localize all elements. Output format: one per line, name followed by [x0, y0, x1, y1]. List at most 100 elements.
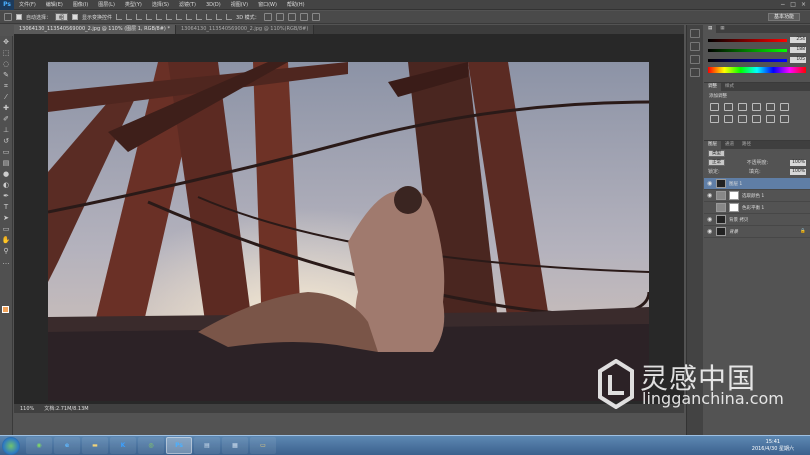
opacity-value[interactable]: 100%: [790, 159, 806, 166]
menu-select[interactable]: 选择(S): [147, 1, 174, 8]
pen-icon[interactable]: ✒: [2, 192, 11, 201]
brightness-icon[interactable]: [710, 103, 719, 111]
document-tab-1[interactable]: 13064130_113540569000_2.jpg @ 110% (图层 1…: [14, 25, 176, 34]
clone-stamp-icon[interactable]: ⊥: [2, 126, 11, 135]
history-panel-icon[interactable]: [690, 29, 700, 38]
path-select-icon[interactable]: ➤: [2, 214, 11, 223]
start-button-icon[interactable]: [2, 436, 20, 455]
brush-panel-icon[interactable]: [690, 68, 700, 77]
dodge-icon[interactable]: ◐: [2, 181, 11, 190]
explorer-icon[interactable]: ▬: [82, 437, 108, 454]
taskbar-app-1-icon[interactable]: ◉: [26, 437, 52, 454]
color-balance-icon[interactable]: [710, 115, 719, 123]
show-transform-checkbox[interactable]: [72, 14, 79, 20]
quick-select-icon[interactable]: ✎: [2, 71, 11, 80]
3d-scale-icon[interactable]: [311, 13, 320, 21]
eyedropper-icon[interactable]: ⁄: [2, 93, 11, 102]
move-icon[interactable]: ✥: [2, 38, 11, 47]
3d-slide-icon[interactable]: [299, 13, 308, 21]
gradient-icon[interactable]: ▤: [2, 159, 11, 168]
visibility-eye-icon[interactable]: ◉: [707, 228, 713, 235]
b-slider[interactable]: [708, 58, 787, 62]
layer-row[interactable]: ◉ 选取颜色 1: [704, 190, 810, 202]
browser-icon[interactable]: ◎: [138, 437, 164, 454]
visibility-eye-icon[interactable]: ◉: [707, 205, 713, 211]
layer-row[interactable]: ◉ 色彩平衡 1: [704, 202, 810, 214]
photoshop-taskbar-icon[interactable]: Ps: [166, 437, 192, 454]
menu-edit[interactable]: 编辑(E): [41, 1, 68, 8]
zoom-level[interactable]: 110%: [20, 406, 34, 412]
system-tray-clock[interactable]: 15:41 2016/4/30 星期六: [752, 439, 794, 453]
ie-icon[interactable]: e: [54, 437, 80, 454]
vibrance-icon[interactable]: [766, 103, 775, 111]
history-brush-icon[interactable]: ↺: [2, 137, 11, 146]
distribute-right-icon[interactable]: [226, 14, 233, 20]
workspace-switcher[interactable]: 基本功能: [767, 13, 800, 21]
3d-rotate-icon[interactable]: [263, 13, 272, 21]
tab-layers[interactable]: 图层: [704, 141, 721, 149]
align-top-icon[interactable]: [116, 14, 123, 20]
align-left-icon[interactable]: [146, 14, 153, 20]
app-window-2-icon[interactable]: ▦: [222, 437, 248, 454]
layer-row[interactable]: ◉ 背景 🔒: [704, 226, 810, 238]
minimize-icon[interactable]: −: [780, 1, 785, 8]
auto-select-dropdown[interactable]: 组: [55, 13, 69, 21]
blend-mode-dropdown[interactable]: 正常: [708, 159, 725, 166]
move-tool-icon[interactable]: [4, 13, 12, 21]
app-window-icon[interactable]: ▤: [194, 437, 220, 454]
hue-saturation-icon[interactable]: [780, 103, 789, 111]
eraser-icon[interactable]: ▭: [2, 148, 11, 157]
3d-roll-icon[interactable]: [275, 13, 284, 21]
tab-swatches[interactable]: ▦: [716, 25, 728, 33]
curves-icon[interactable]: [738, 103, 747, 111]
close-icon[interactable]: ×: [801, 1, 806, 8]
healing-brush-icon[interactable]: ✚: [2, 104, 11, 113]
hand-icon[interactable]: ✋: [2, 236, 11, 245]
menu-help[interactable]: 帮助(H): [282, 1, 310, 8]
b-value[interactable]: 105: [790, 57, 806, 63]
kugou-icon[interactable]: K: [110, 437, 136, 454]
distribute-bottom-icon[interactable]: [196, 14, 203, 20]
tab-channels[interactable]: 通道: [721, 141, 738, 149]
align-bottom-icon[interactable]: [136, 14, 143, 20]
color-spectrum[interactable]: [708, 67, 806, 73]
brush-icon[interactable]: ✐: [2, 115, 11, 124]
distribute-hcenter-icon[interactable]: [216, 14, 223, 20]
distribute-top-icon[interactable]: [176, 14, 183, 20]
character-panel-icon[interactable]: [690, 42, 700, 51]
align-right-icon[interactable]: [166, 14, 173, 20]
rectangle-icon[interactable]: ▭: [2, 225, 11, 234]
tab-styles[interactable]: 样式: [721, 83, 738, 91]
visibility-eye-icon[interactable]: ◉: [707, 180, 713, 187]
menu-layer[interactable]: 图层(L): [93, 1, 120, 8]
menu-filter[interactable]: 滤镜(T): [174, 1, 201, 8]
black-white-icon[interactable]: [724, 115, 733, 123]
tab-adjustments[interactable]: 调整: [704, 83, 721, 91]
folder-icon[interactable]: ▭: [250, 437, 276, 454]
color-lookup-icon[interactable]: [766, 115, 775, 123]
type-icon[interactable]: T: [2, 203, 11, 212]
menu-3d[interactable]: 3D(D): [201, 2, 226, 8]
r-value[interactable]: 254: [790, 37, 806, 43]
align-vcenter-icon[interactable]: [126, 14, 133, 20]
visibility-eye-icon[interactable]: ◉: [707, 216, 713, 223]
marquee-icon[interactable]: ⬚: [2, 49, 11, 58]
auto-select-checkbox[interactable]: [16, 14, 22, 20]
layer-row[interactable]: ◉ 图层 1: [704, 178, 810, 190]
blur-icon[interactable]: ●: [2, 170, 11, 179]
menu-view[interactable]: 视图(V): [226, 1, 253, 8]
3d-pan-icon[interactable]: [287, 13, 296, 21]
tab-paths[interactable]: 路径: [738, 141, 755, 149]
invert-icon[interactable]: [780, 115, 789, 123]
zoom-icon[interactable]: ⚲: [2, 247, 11, 256]
maximize-icon[interactable]: □: [790, 1, 796, 8]
channel-mixer-icon[interactable]: [752, 115, 761, 123]
levels-icon[interactable]: [724, 103, 733, 111]
menu-type[interactable]: 类型(Y): [120, 1, 147, 8]
document-tab-2[interactable]: 13064130_113540569000_2.jpg @ 110%(RGB/8…: [175, 25, 315, 34]
r-slider[interactable]: [708, 38, 787, 42]
menu-file[interactable]: 文件(F): [14, 1, 41, 8]
crop-icon[interactable]: ⌗: [2, 82, 11, 91]
distribute-vcenter-icon[interactable]: [186, 14, 193, 20]
document-canvas[interactable]: [48, 62, 649, 401]
